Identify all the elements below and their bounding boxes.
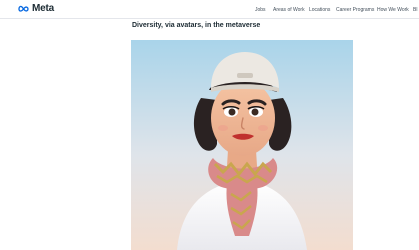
- nav-locations[interactable]: Locations: [309, 6, 330, 14]
- hero-image: [131, 40, 353, 250]
- nav-career-programs[interactable]: Career Programs: [336, 6, 374, 14]
- site-header: Meta Jobs Areas of Work Locations Career…: [0, 0, 419, 19]
- brand-name: Meta: [32, 3, 54, 14]
- nav-how-we-work[interactable]: How We Work: [377, 6, 409, 14]
- meta-infinity-logo-icon: [18, 5, 29, 12]
- nav-areas-of-work[interactable]: Areas of Work: [273, 6, 305, 14]
- nav-jobs[interactable]: Jobs: [255, 6, 266, 14]
- avatar-illustration: [131, 40, 353, 250]
- nav-blog[interactable]: Bl: [413, 6, 417, 14]
- article-title: Diversity, via avatars, in the metaverse: [132, 22, 261, 29]
- meta-logo[interactable]: Meta: [17, 3, 54, 15]
